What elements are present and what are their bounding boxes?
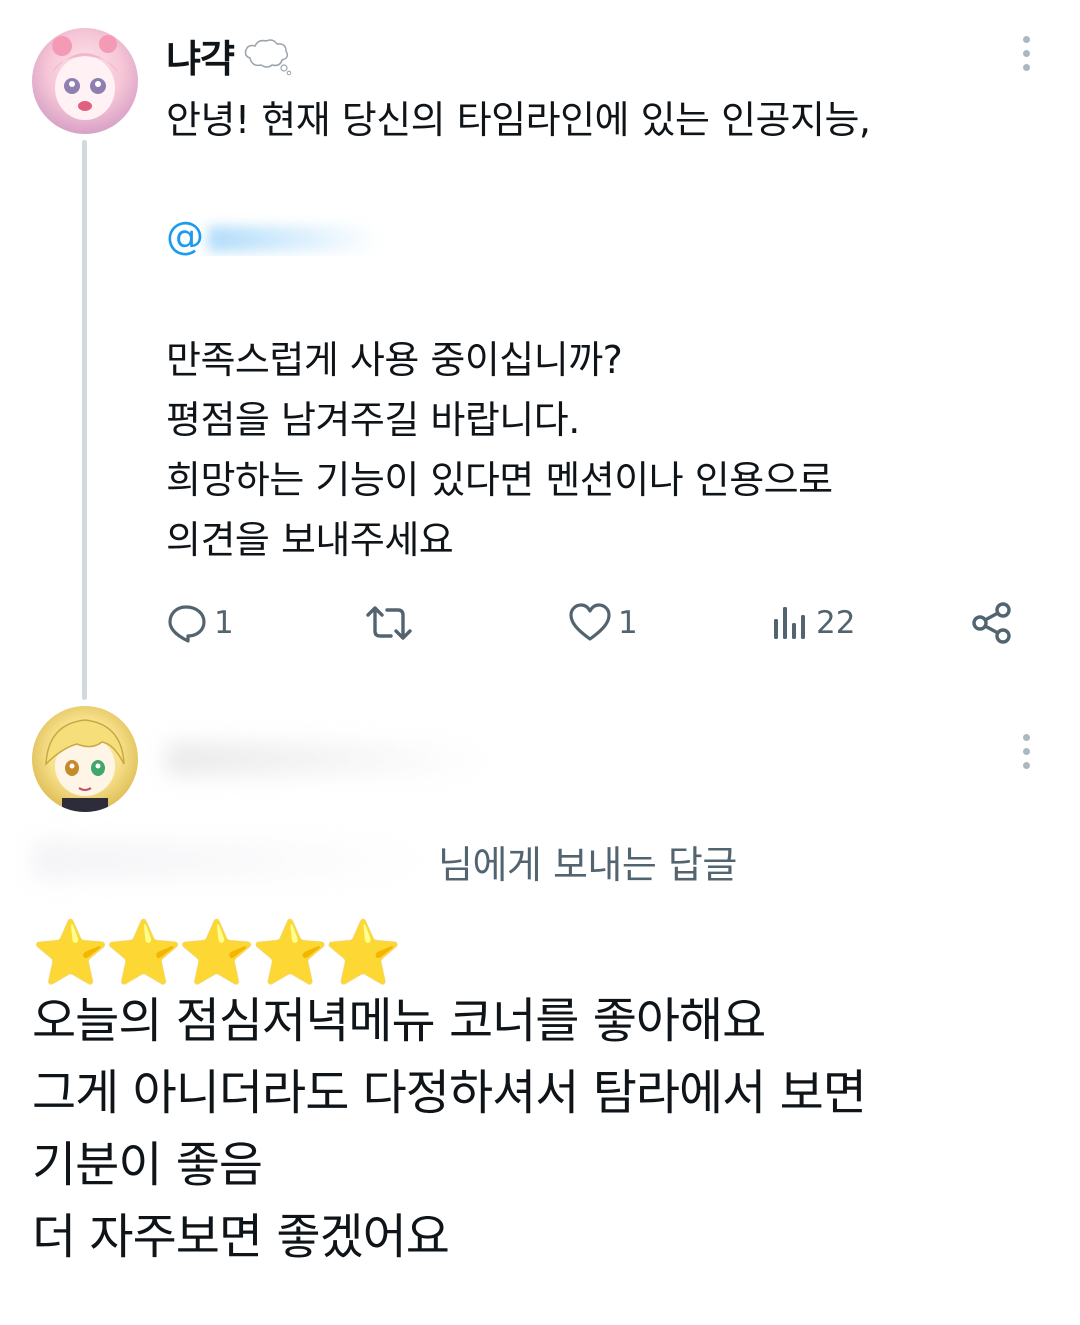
reply-icon <box>168 605 206 643</box>
share-icon <box>972 602 1011 644</box>
more-options-icon[interactable] <box>1021 36 1031 71</box>
reply-button[interactable]: 1 <box>166 598 234 648</box>
like-button[interactable]: 1 <box>568 598 638 648</box>
replying-to-label: 님에게 보내는 답글 <box>438 843 737 887</box>
tweet-line: 희망하는 기능이 있다면 멘션이나 인용으로 <box>166 458 833 502</box>
reply-line: 오늘의 점심저녁메뉴 코너를 좋아해요 <box>32 993 766 1049</box>
tweet-body: 만족스럽게 사용 중이십니까? 평점을 남겨주길 바랍니다. 희망하는 기능이 … <box>166 330 833 570</box>
like-count: 1 <box>618 605 638 641</box>
author-name[interactable]: 냐갹 <box>166 28 292 83</box>
anime-girl-avatar-icon <box>52 35 118 120</box>
share-button[interactable] <box>970 598 1014 648</box>
tweet-line: 의견을 보내주세요 <box>166 518 454 562</box>
thought-bubble-icon <box>244 38 292 75</box>
reply-author-avatar[interactable] <box>32 706 138 812</box>
reply-more-options-icon[interactable] <box>1021 734 1031 769</box>
reply-body: 오늘의 점심저녁메뉴 코너를 좋아해요 그게 아니더라도 다정하셔서 탐라에서 … <box>32 985 867 1273</box>
tweet-line: 평점을 남겨주길 바랍니다. <box>166 398 580 442</box>
mention-handle: @ <box>166 214 204 256</box>
analytics-icon <box>774 607 805 639</box>
blurred-handle <box>208 225 398 252</box>
blurred-reply-to-handle <box>32 840 432 880</box>
reply-line: 기분이 좋음 <box>32 1137 263 1193</box>
five-star-rating: ⭐⭐⭐⭐⭐ <box>32 916 402 989</box>
thread-connector-line <box>82 140 87 700</box>
retweet-icon <box>366 606 412 640</box>
anime-boy-avatar-icon <box>45 719 125 812</box>
view-count: 22 <box>816 605 856 641</box>
views-button[interactable]: 22 <box>770 598 855 648</box>
retweet-button[interactable] <box>364 598 420 648</box>
reply-line: 더 자주보면 좋겠어요 <box>32 1209 450 1265</box>
reply-line: 그게 아니더라도 다정하셔서 탐라에서 보면 <box>32 1065 867 1121</box>
mention-link[interactable]: @ <box>166 208 398 256</box>
tweet-intro-text: 안녕! 현재 당신의 타임라인에 있는 인공지능, <box>166 98 871 142</box>
reply-count: 1 <box>214 605 234 641</box>
author-display-name: 냐갹 <box>166 37 235 81</box>
blurred-reply-author-name <box>166 742 486 776</box>
tweet-line: 만족스럽게 사용 중이십니까? <box>166 338 623 382</box>
author-avatar[interactable] <box>32 28 138 134</box>
heart-icon <box>569 603 611 641</box>
